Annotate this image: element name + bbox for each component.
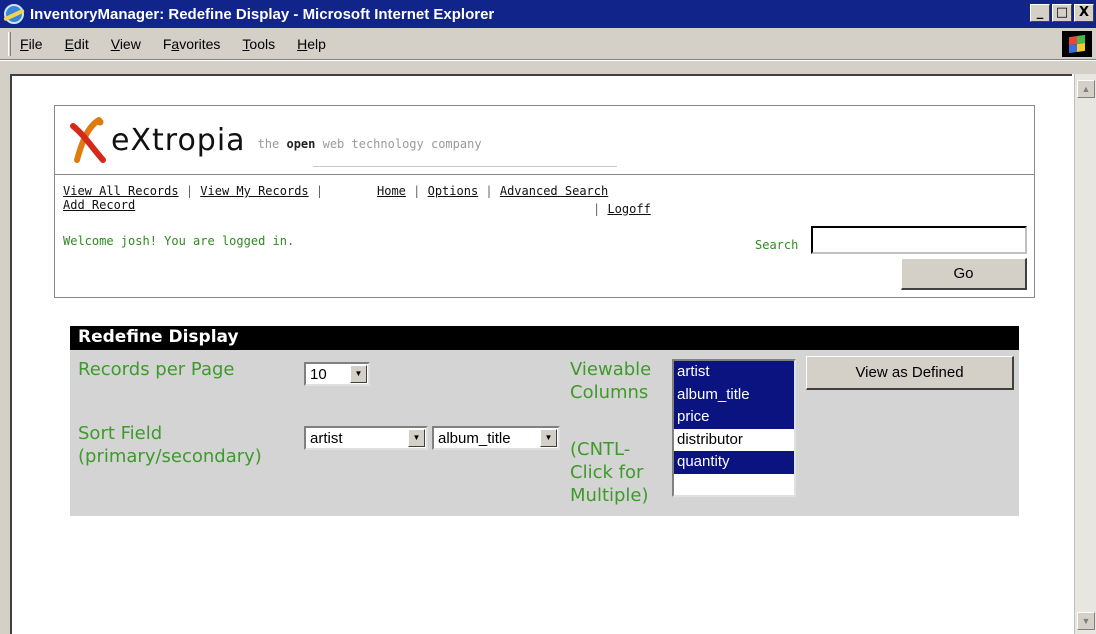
home-link[interactable]: Home [377, 184, 406, 198]
column-option[interactable]: distributor [674, 429, 794, 452]
column-option[interactable]: artist [674, 361, 794, 384]
close-button[interactable]: X [1074, 4, 1094, 22]
logoff-link[interactable]: Logoff [607, 202, 650, 216]
header-divider [55, 174, 1034, 175]
chevron-down-icon[interactable]: ▼ [408, 429, 425, 447]
vertical-scrollbar[interactable]: ▲ ▼ [1074, 74, 1096, 634]
window-controls: _ □ X [1030, 4, 1094, 22]
logoff-nav: | Logoff [593, 202, 651, 216]
windows-logo-icon [1062, 31, 1092, 57]
menu-bar: File Edit View Favorites Tools Help [0, 28, 1096, 60]
sort-secondary-select[interactable]: album_title ▼ [432, 426, 560, 450]
menu-file[interactable]: File [20, 36, 43, 52]
toolbar-grip [8, 32, 11, 56]
sort-primary-select[interactable]: artist ▼ [304, 426, 428, 450]
window-titlebar: InventoryManager: Redefine Display - Mic… [0, 0, 1096, 28]
advanced-search-link[interactable]: Advanced Search [500, 184, 608, 198]
options-link[interactable]: Options [428, 184, 479, 198]
site-header: eXtropia the open web technology company… [54, 105, 1035, 298]
ie-page-icon [4, 4, 24, 24]
welcome-message: Welcome josh! You are logged in. [63, 234, 295, 248]
menu-view[interactable]: View [111, 36, 141, 52]
chevron-down-icon[interactable]: ▼ [540, 429, 557, 447]
menu-favorites[interactable]: Favorites [163, 36, 221, 52]
multi-select-hint: (CNTL-Click for Multiple) [570, 439, 649, 506]
scroll-up-icon[interactable]: ▲ [1077, 80, 1095, 98]
records-per-page-select[interactable]: 10 ▼ [304, 362, 370, 386]
logo-tagline: the open web technology company [257, 137, 482, 151]
column-option[interactable]: price [674, 406, 794, 429]
chevron-down-icon[interactable]: ▼ [350, 365, 367, 383]
add-record-link[interactable]: Add Record [63, 198, 135, 212]
search-input[interactable] [811, 226, 1027, 254]
search-label: Search [755, 238, 799, 252]
window-title: InventoryManager: Redefine Display - Mic… [30, 5, 495, 23]
minimize-button[interactable]: _ [1030, 4, 1050, 22]
records-per-page-label: Records per Page [78, 359, 235, 380]
view-all-records-link[interactable]: View All Records [63, 184, 179, 198]
menu-help[interactable]: Help [297, 36, 326, 52]
site-nav: Home | Options | Advanced Search [377, 184, 609, 198]
extropia-x-icon [70, 117, 106, 163]
viewable-columns-label: Viewable Columns [570, 359, 652, 403]
column-option[interactable]: album_title [674, 383, 794, 406]
scroll-down-icon[interactable]: ▼ [1077, 612, 1095, 630]
extropia-logo[interactable]: eXtropia the open web technology company [69, 114, 482, 166]
panel-heading: Redefine Display [70, 326, 1019, 350]
browser-frame [0, 61, 1096, 74]
column-option[interactable]: quantity [674, 451, 794, 474]
redefine-display-panel: Redefine Display Records per Page 10 ▼ S… [70, 326, 1019, 516]
tagline-divider [313, 166, 617, 167]
sort-field-label: Sort Field (primary/secondary) [78, 423, 262, 467]
maximize-button[interactable]: □ [1052, 4, 1072, 22]
go-button[interactable]: Go [901, 258, 1027, 290]
logo-wordmark: eXtropia [111, 122, 246, 158]
view-my-records-link[interactable]: View My Records [200, 184, 308, 198]
record-nav: View All Records | View My Records | Add… [63, 184, 324, 212]
browser-frame-left [0, 74, 10, 634]
view-as-defined-button[interactable]: View as Defined [806, 356, 1014, 390]
viewable-columns-listbox[interactable]: artist album_title price distributor qua… [672, 359, 796, 497]
menu-edit[interactable]: Edit [65, 36, 89, 52]
menu-tools[interactable]: Tools [242, 36, 275, 52]
